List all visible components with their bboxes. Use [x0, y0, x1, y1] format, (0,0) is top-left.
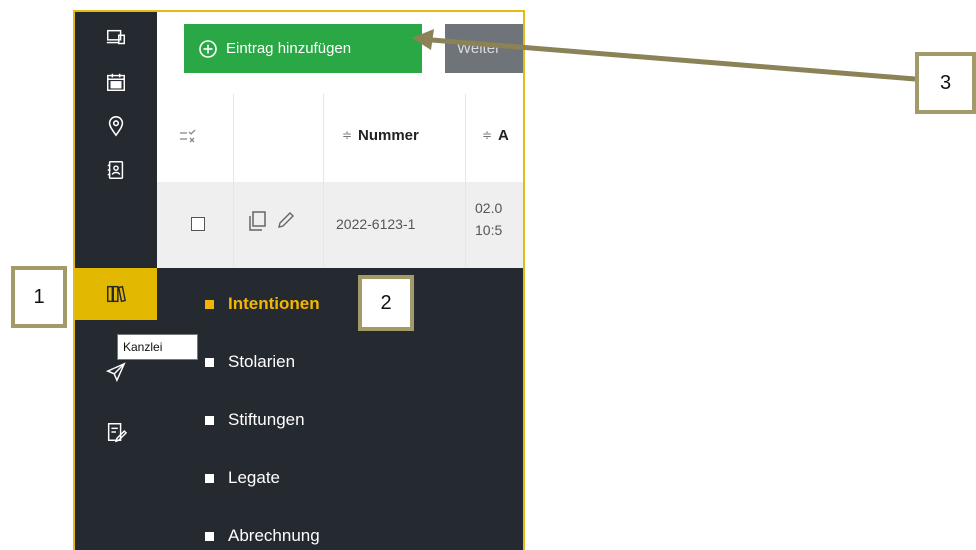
bullet-icon: [205, 357, 214, 367]
tooltip-text: Kanzlei: [123, 340, 163, 354]
bullet-icon: [205, 415, 214, 425]
menu-item-label: Stolarien: [228, 352, 296, 371]
app-frame: 31 Eintrag hinzufügen Weiter ≑ Nummer ≑ …: [73, 10, 525, 550]
callout-2: 2: [358, 275, 414, 331]
callout-1-number: 1: [33, 285, 45, 308]
edit-note-icon[interactable]: [75, 410, 157, 454]
table-row[interactable]: 2022-6123-1 02.0 10:5: [157, 182, 523, 268]
row-nummer-cell: 2022-6123-1: [323, 182, 465, 268]
add-entry-label: Eintrag hinzufügen: [226, 40, 352, 57]
devices-icon[interactable]: [75, 16, 157, 60]
sidebar: 31: [75, 12, 157, 550]
menu-item-intentionen[interactable]: Intentionen: [205, 294, 320, 314]
row-date-line2: 10:5: [475, 222, 503, 238]
col4-column[interactable]: ≑ A: [465, 94, 523, 182]
row-nummer: 2022-6123-1: [336, 216, 416, 232]
bullet-icon: [205, 299, 214, 309]
menu-item-stiftungen[interactable]: Stiftungen: [205, 410, 305, 430]
sort-icon: ≑: [342, 128, 353, 142]
kanzlei-tooltip: Kanzlei: [117, 334, 198, 360]
edit-pencil-icon[interactable]: [276, 210, 296, 230]
add-entry-button[interactable]: Eintrag hinzufügen: [184, 24, 422, 73]
menu-item-legate[interactable]: Legate: [205, 468, 280, 488]
bullet-icon: [205, 531, 214, 541]
row-date-line1: 02.0: [475, 200, 503, 216]
menu-item-abrechnung[interactable]: Abrechnung: [205, 526, 320, 546]
main-content: Eintrag hinzufügen Weiter ≑ Nummer ≑ A 2…: [157, 12, 523, 268]
add-circle-icon: [199, 39, 217, 58]
menu-item-label: Legate: [228, 468, 280, 487]
row-date-cell: 02.0 10:5: [465, 182, 523, 268]
table-header: ≑ Nummer ≑ A: [157, 94, 523, 183]
sort-icon: ≑: [482, 128, 493, 142]
row-checkbox[interactable]: [191, 217, 205, 231]
contacts-icon[interactable]: [75, 148, 157, 192]
col4-header: A: [498, 127, 509, 144]
select-all-column[interactable]: [157, 94, 233, 182]
location-pin-icon[interactable]: [75, 104, 157, 148]
actions-column: [233, 94, 323, 182]
next-button[interactable]: Weiter: [445, 24, 523, 73]
bullet-icon: [205, 473, 214, 483]
callout-3-number: 3: [939, 71, 952, 94]
menu-item-label: Abrechnung: [228, 526, 320, 545]
menu-item-label: Stiftungen: [228, 410, 305, 429]
callout-3: 3: [915, 52, 976, 114]
books-icon[interactable]: [75, 268, 157, 320]
calendar-icon[interactable]: 31: [75, 60, 157, 104]
row-actions-cell: [233, 182, 323, 268]
row-select-cell: [157, 182, 233, 268]
nummer-header: Nummer: [358, 127, 419, 144]
menu-item-stolarien[interactable]: Stolarien: [205, 352, 295, 372]
nummer-column[interactable]: ≑ Nummer: [323, 94, 465, 182]
select-all-icon[interactable]: [179, 128, 197, 146]
kanzlei-submenu: Intentionen Stolarien Stiftungen Legate …: [157, 268, 523, 550]
callout-2-number: 2: [380, 291, 392, 314]
next-label: Weiter: [457, 40, 501, 57]
callout-1: 1: [11, 266, 67, 328]
calendar-day: 31: [112, 82, 120, 90]
menu-item-label: Intentionen: [228, 294, 320, 313]
copy-icon[interactable]: [246, 210, 268, 232]
